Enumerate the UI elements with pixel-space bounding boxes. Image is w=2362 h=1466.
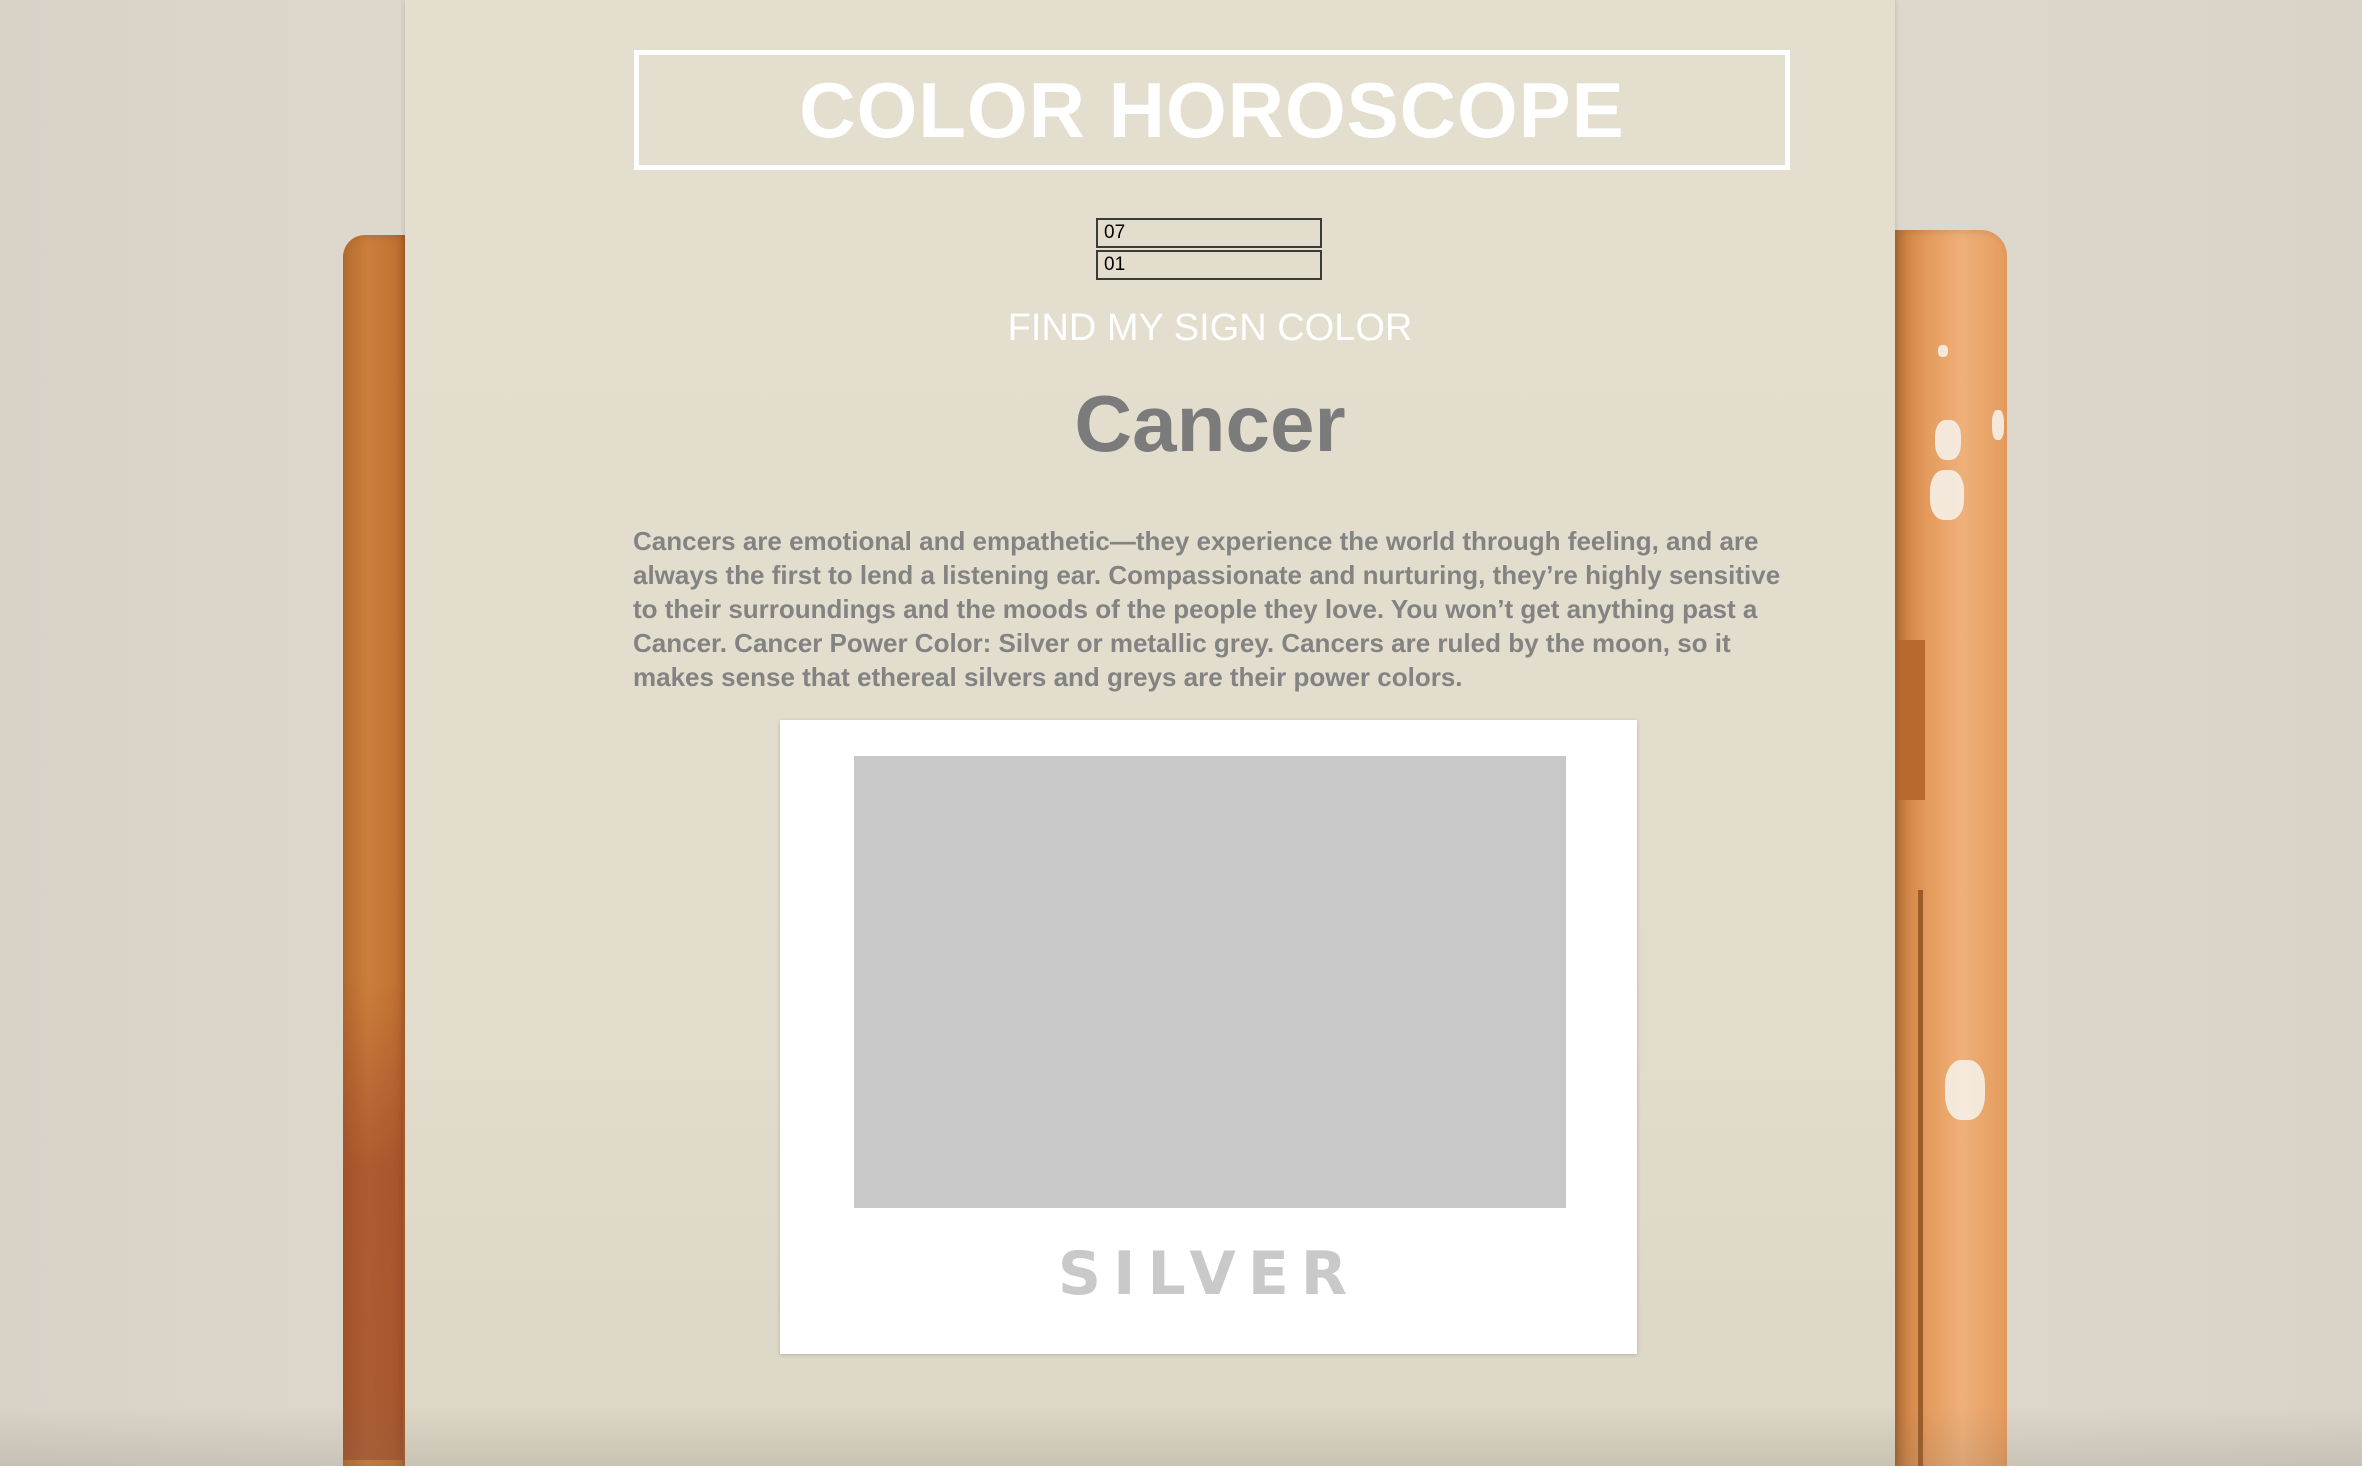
color-swatch-label: SILVER [1057,1239,1360,1309]
day-input[interactable] [1096,250,1322,280]
easel-left-stain [343,980,403,1460]
color-swatch [854,756,1566,1208]
month-input[interactable] [1096,218,1322,248]
easel-right-groove [1918,890,1923,1466]
color-swatch-card: SILVER [780,720,1637,1354]
paint-fleck [1935,420,1961,460]
paint-fleck [1992,410,2004,440]
sign-title: Cancer [1074,379,1346,468]
paint-fleck [1930,470,1964,520]
page-title: COLOR HOROSCOPE [799,66,1625,154]
title-banner: COLOR HOROSCOPE [634,50,1790,170]
paint-fleck [1945,1060,1985,1120]
paint-fleck [1938,345,1948,357]
page-background: COLOR HOROSCOPE FIND MY SIGN COLOR Cance… [0,0,2362,1466]
easel-right-leg [1895,230,2007,1466]
floor-shadow [0,1406,2362,1466]
easel-right-shadow [1895,640,1925,800]
find-sign-color-button[interactable]: FIND MY SIGN COLOR [960,300,1460,356]
sign-description: Cancers are emotional and empathetic—the… [633,526,1781,692]
